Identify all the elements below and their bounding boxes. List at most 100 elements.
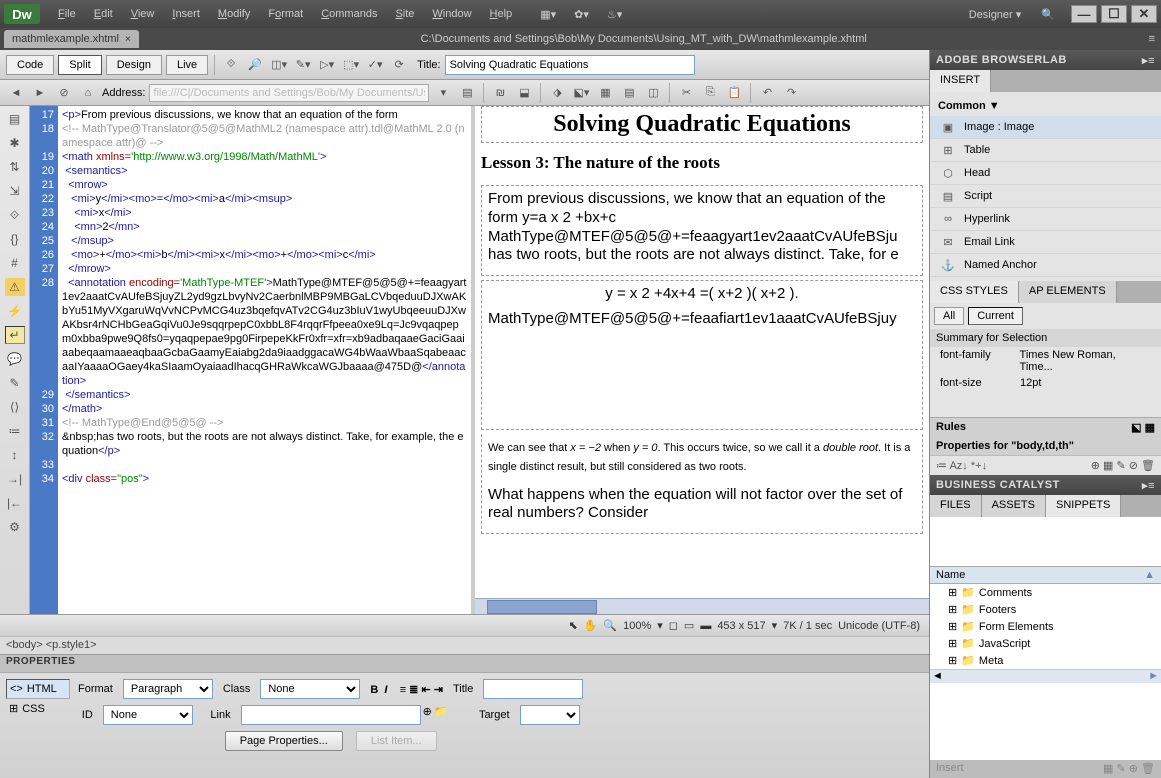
name-column[interactable]: Name [936, 569, 965, 581]
insert-item[interactable]: ▣Image : Image [930, 116, 1161, 139]
assets-tab[interactable]: ASSETS [982, 495, 1046, 517]
multiscreen-icon[interactable]: ◫▾ [269, 56, 289, 74]
code-editor[interactable]: <p>From previous discussions, we know th… [58, 106, 471, 614]
close-button[interactable]: ✕ [1131, 5, 1157, 23]
insert-item[interactable]: ✉Email Link [930, 231, 1161, 254]
menu-help[interactable]: Help [482, 5, 521, 24]
expand-all-icon[interactable]: ⇲ [5, 182, 25, 200]
paste-icon[interactable]: 📋 [724, 84, 744, 102]
menu-site[interactable]: Site [387, 5, 422, 24]
disable-icon[interactable]: ⊘ [1129, 460, 1138, 472]
insert-item[interactable]: ⊞Table [930, 139, 1161, 162]
document-tab[interactable]: mathmlexample.xhtml × [4, 30, 139, 48]
tablet-icon[interactable]: ▭ [684, 619, 694, 632]
insert-snippet-button[interactable]: Insert [936, 762, 964, 774]
zoom-tool-icon[interactable]: 🔍 [603, 619, 617, 632]
tb-icon-6[interactable]: ▤ [619, 84, 639, 102]
scroll-up-icon[interactable]: ▲ [1144, 569, 1155, 581]
encoding[interactable]: Unicode (UTF-8) [838, 620, 920, 632]
undo-icon[interactable]: ↶ [757, 84, 777, 102]
live-view-button[interactable]: Live [166, 55, 208, 75]
address-input[interactable] [149, 84, 429, 102]
edit-rule-icon[interactable]: ✎ [1116, 460, 1125, 472]
css-styles-tab[interactable]: CSS STYLES [930, 281, 1019, 303]
inspect-icon[interactable]: 🔎 [245, 56, 265, 74]
browserlab-header[interactable]: ADOBE BROWSERLAB▸≡ [930, 50, 1161, 70]
tree-folder[interactable]: ⊞ 📁 Footers [930, 601, 1161, 618]
go-icon[interactable]: ▾ [433, 84, 453, 102]
panel-collapse-icon[interactable]: ≡ [1149, 33, 1155, 45]
file-mgmt-icon[interactable]: ✎▾ [293, 56, 313, 74]
rules-header[interactable]: Rules⬕ ▦ [930, 417, 1161, 437]
link-point-icon[interactable]: ⊕ [423, 705, 432, 725]
hand-tool-icon[interactable]: ✋ [584, 619, 598, 632]
ap-elements-tab[interactable]: AP ELEMENTS [1019, 281, 1117, 303]
maximize-button[interactable]: ☐ [1101, 5, 1127, 23]
design-paragraph-2[interactable]: We can see that x = −2 when y = 0. This … [488, 438, 916, 476]
format-select[interactable]: Paragraph [123, 679, 213, 699]
move-css-icon[interactable]: ↕ [5, 446, 25, 464]
attach-icon[interactable]: ⊕ [1091, 460, 1100, 472]
preview-icon[interactable]: ▷▾ [317, 56, 337, 74]
site-icon[interactable]: ♨▾ [599, 5, 630, 24]
insert-item[interactable]: ⬡Head [930, 162, 1161, 185]
show-cat-icon[interactable]: ≔ [936, 460, 947, 472]
menu-view[interactable]: View [123, 5, 163, 24]
menu-window[interactable]: Window [424, 5, 479, 24]
css-current-button[interactable]: Current [968, 307, 1023, 325]
syntax-error-icon[interactable]: ⚡ [5, 302, 25, 320]
code-view-button[interactable]: Code [6, 55, 54, 75]
code-view-pane[interactable]: 1718 19202122232425262728 29303132 3334 … [30, 106, 475, 614]
minimize-button[interactable]: — [1071, 5, 1097, 23]
pointer-tool-icon[interactable]: ⬉ [568, 619, 577, 632]
tree-folder[interactable]: ⊞ 📁 Comments [930, 584, 1161, 601]
class-select[interactable]: None [260, 679, 360, 699]
menu-modify[interactable]: Modify [210, 5, 258, 24]
design-subheading[interactable]: Lesson 3: The nature of the roots [481, 153, 923, 173]
tb-icon-7[interactable]: ◫ [643, 84, 663, 102]
workspace-switcher[interactable]: Designer ▾ [959, 5, 1032, 24]
nav-icon[interactable]: ▤ [457, 84, 477, 102]
stop-icon[interactable]: ⊘ [54, 84, 74, 102]
insert-category[interactable]: Common ▼ [930, 96, 1161, 116]
insert-item[interactable]: ▤Script [930, 185, 1161, 208]
tb-icon-1[interactable]: ₪ [490, 84, 510, 102]
design-heading[interactable]: Solving Quadratic Equations [488, 111, 916, 138]
tree-folder[interactable]: ⊞ 📁 JavaScript [930, 635, 1161, 652]
highlight-invalid-icon[interactable]: ⚠ [5, 278, 25, 296]
word-wrap-icon[interactable]: ↵ [5, 326, 25, 344]
insert-tab[interactable]: INSERT [930, 70, 991, 92]
split-view-button[interactable]: Split [58, 55, 101, 75]
design-view-button[interactable]: Design [106, 55, 162, 75]
properties-header[interactable]: PROPERTIES [0, 655, 929, 673]
insert-item[interactable]: ⚓Named Anchor [930, 254, 1161, 277]
redo-icon[interactable]: ↷ [781, 84, 801, 102]
zoom-level[interactable]: 100% [623, 620, 651, 632]
indent-icon[interactable]: →| [5, 470, 25, 488]
select-parent-icon[interactable]: ⟐ [5, 206, 25, 224]
validate-icon[interactable]: ✓▾ [365, 56, 385, 74]
copy-icon[interactable]: ⎘ [700, 84, 720, 102]
menu-commands[interactable]: Commands [313, 5, 385, 24]
link-browse-icon[interactable]: 📁 [434, 705, 448, 725]
id-select[interactable]: None [103, 705, 193, 725]
title-prop-input[interactable] [483, 679, 583, 699]
dimensions[interactable]: 453 x 517 [717, 620, 765, 632]
target-select[interactable] [520, 705, 580, 725]
layout-icon[interactable]: ▦▾ [532, 5, 564, 24]
recent-snippets-icon[interactable]: ≔ [5, 422, 25, 440]
menu-format[interactable]: Format [260, 5, 311, 24]
text-format-icons[interactable]: B I ≡ ≣ ⇤ ⇥ [370, 683, 443, 696]
line-numbers-icon[interactable]: # [5, 254, 25, 272]
search-icon[interactable]: 🔍 [1041, 8, 1055, 21]
outdent-icon[interactable]: |← [5, 494, 25, 512]
delete-rule-icon[interactable]: 🗑 [1141, 460, 1155, 472]
refresh-icon[interactable]: ⟳ [389, 56, 409, 74]
tree-scrollbar[interactable]: ◄► [930, 669, 1161, 683]
snippet-actions[interactable]: ▦ ✎ ⊕ 🗑 [1103, 762, 1155, 775]
home-icon[interactable]: ⌂ [78, 84, 98, 102]
forward-icon[interactable]: ► [30, 84, 50, 102]
tag-selector[interactable]: <body> <p.style1> [0, 636, 929, 654]
open-docs-icon[interactable]: ▤ [5, 110, 25, 128]
window-size-icon[interactable]: ◻ [669, 619, 678, 632]
